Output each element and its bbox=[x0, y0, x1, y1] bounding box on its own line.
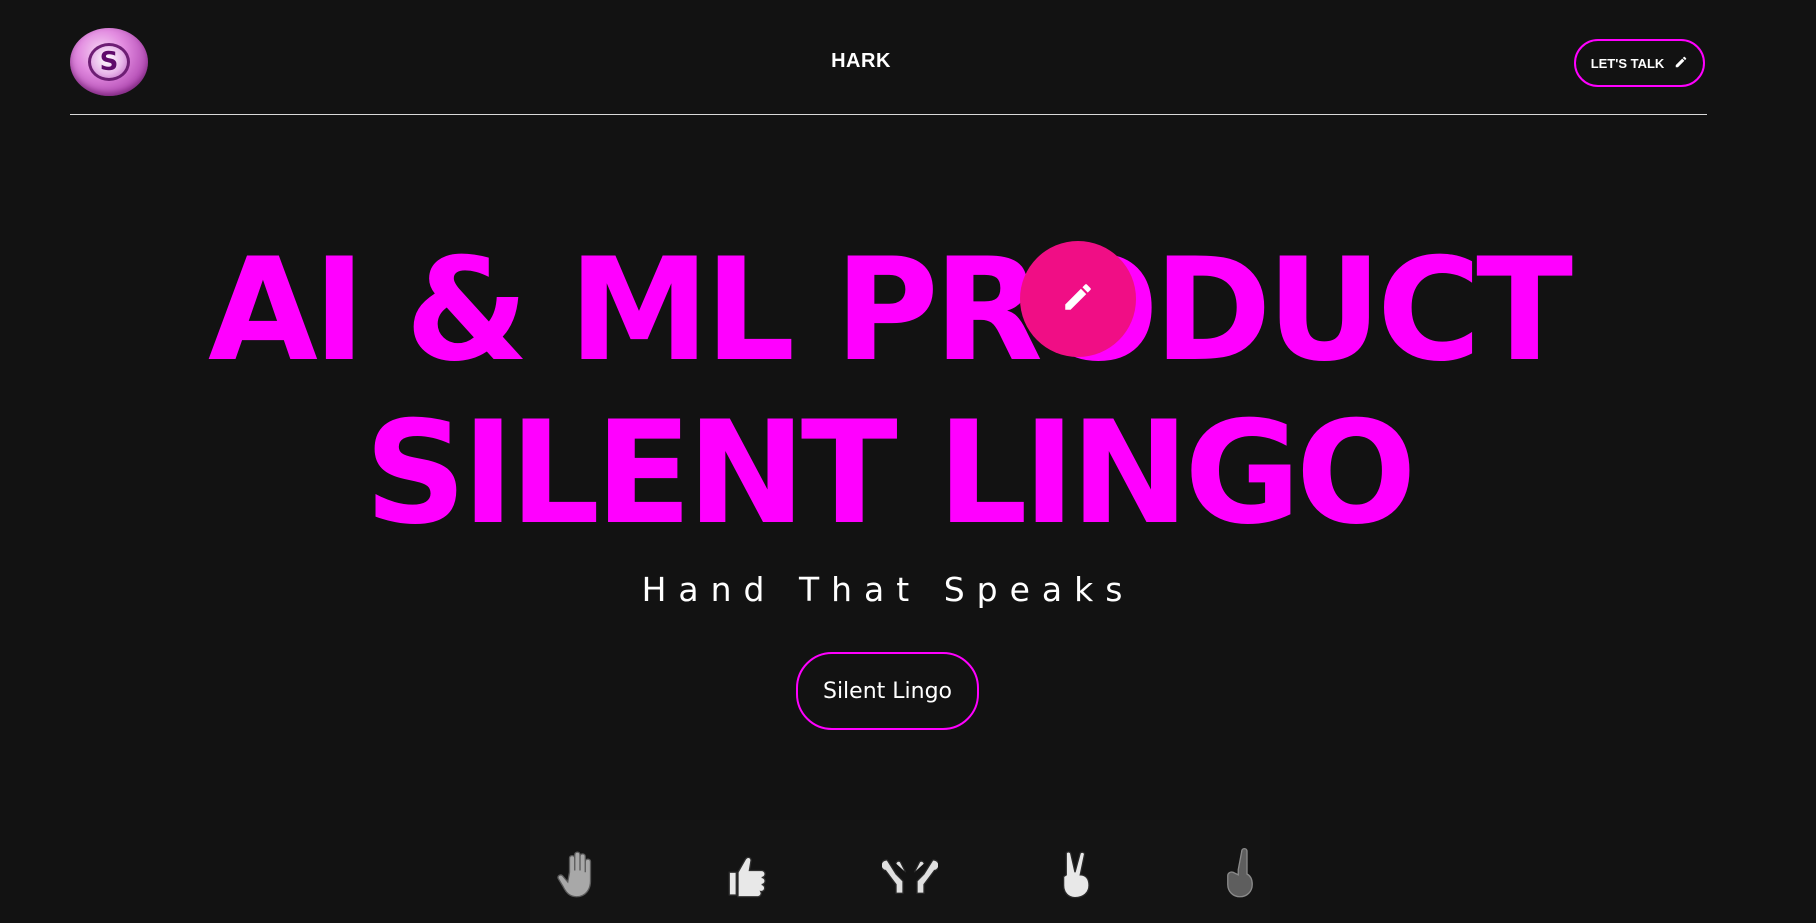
gesture-strip bbox=[530, 820, 1270, 923]
pencil-icon bbox=[1674, 55, 1688, 72]
lets-talk-label: LET'S TALK bbox=[1590, 55, 1665, 71]
hero-title-line-1: AI & ML PRODUCT bbox=[207, 228, 1573, 393]
pinky-hand-icon bbox=[1210, 844, 1270, 904]
victory-hand-icon bbox=[1045, 844, 1105, 904]
hero-tagline: Hand That Speaks bbox=[641, 570, 1135, 609]
raised-hand-icon bbox=[550, 844, 610, 904]
silent-lingo-button-label: Silent Lingo bbox=[822, 678, 953, 704]
edit-fab-button[interactable] bbox=[1020, 241, 1136, 357]
page: S HARK LET'S TALK AI & ML PRODUCT SILENT… bbox=[0, 0, 1816, 923]
site-header: S HARK LET'S TALK bbox=[70, 0, 1707, 115]
hero-title-line-2: SILENT LINGO bbox=[364, 391, 1416, 556]
lets-talk-button[interactable]: LET'S TALK bbox=[1574, 39, 1705, 87]
open-hands-icon bbox=[880, 844, 940, 904]
thumbs-up-icon bbox=[715, 844, 775, 904]
silent-lingo-button[interactable]: Silent Lingo bbox=[796, 652, 979, 730]
brand-name: HARK bbox=[831, 50, 891, 72]
pencil-icon bbox=[1061, 280, 1095, 319]
